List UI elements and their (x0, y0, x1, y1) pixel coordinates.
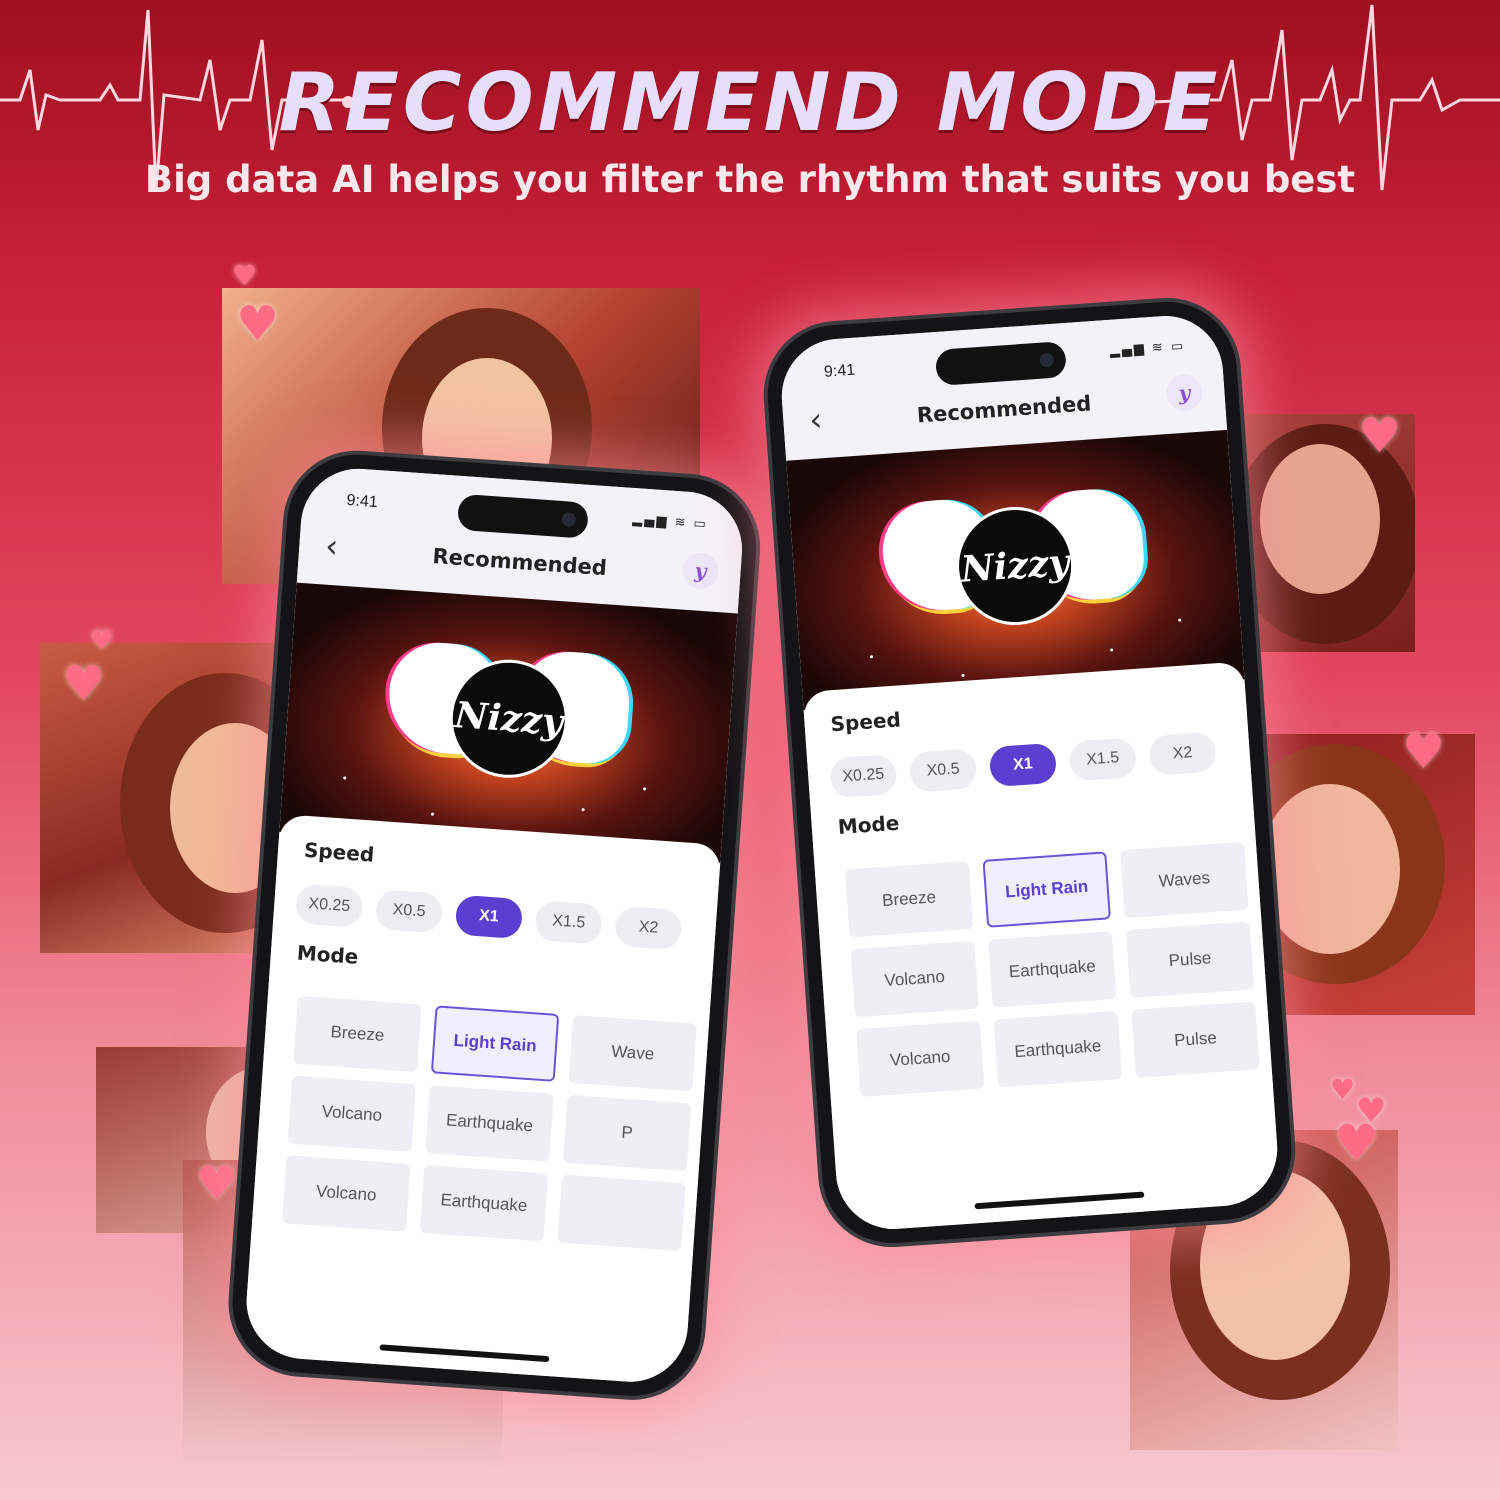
heart-icon: ♥ (1402, 724, 1446, 780)
mode-tile-light-rain[interactable]: Light Rain (430, 1005, 560, 1082)
speed-selector: X0.25 X0.5 X1 X1.5 X2 (829, 731, 1231, 799)
mode-tile-earthquake[interactable]: Earthquake (425, 1085, 554, 1162)
speed-option-x1[interactable]: X1 (988, 742, 1058, 788)
speed-option-x2[interactable]: X2 (1148, 731, 1217, 777)
controls-panel: Speed X0.25 X0.5 X1 X1.5 X2 Mode Breeze Ligh… (242, 814, 722, 1386)
speed-option-x025[interactable]: X0.25 (829, 753, 898, 799)
heart-icon: ♥ (1334, 1114, 1379, 1172)
phone-right-screen: 9:41 ▂▄▆ ≋ ▭ ‹ Recommended y Nizzy Speed… (777, 312, 1282, 1233)
mode-tile-pulse[interactable]: Pulse (1125, 921, 1255, 998)
mode-tile-volcano-2[interactable]: Volcano (282, 1155, 411, 1232)
mode-tile-waves[interactable]: Wave (568, 1014, 697, 1092)
mode-tile-pulse-2[interactable]: Pulse (1131, 1001, 1260, 1078)
heart-icon: ♥ (236, 296, 280, 352)
speed-selector: X0.25 X0.5 X1 X1.5 X2 (294, 883, 697, 951)
mode-tile-volcano-2[interactable]: Volcano (856, 1020, 985, 1098)
mode-tile-volcano[interactable]: Volcano (850, 940, 979, 1018)
speed-label: Speed (829, 707, 902, 737)
speed-option-x05[interactable]: X0.5 (374, 889, 444, 934)
mode-label: Mode (296, 940, 360, 969)
speed-option-x1[interactable]: X1 (454, 894, 524, 940)
speed-option-x15[interactable]: X1.5 (1068, 737, 1138, 782)
mode-tile-earthquake[interactable]: Earthquake (988, 931, 1117, 1008)
mode-grid: Breeze Light Rain Wave Volcano Earthquak… (282, 995, 737, 1252)
promo-canvas: RECOMMEND MODE Big data AI helps you fil… (0, 0, 1500, 1500)
phone-right: 9:41 ▂▄▆ ≋ ▭ ‹ Recommended y Nizzy Speed… (763, 297, 1297, 1248)
speed-label: Speed (303, 837, 375, 867)
status-time: 9:41 (346, 491, 379, 512)
mode-tile-volcano[interactable]: Volcano (287, 1075, 417, 1153)
heart-icon: ♥ (196, 1156, 238, 1210)
mode-tile-light-rain[interactable]: Light Rain (982, 851, 1111, 928)
speed-option-x05[interactable]: X0.5 (908, 748, 978, 793)
mode-tile-breeze[interactable]: Breeze (844, 860, 974, 938)
controls-panel: Speed X0.25 X0.5 X1 X1.5 X2 Mode Breeze Ligh… (802, 661, 1282, 1233)
subline: Big data AI helps you filter the rhythm … (144, 158, 1356, 201)
speed-option-x025[interactable]: X0.25 (294, 883, 364, 928)
mode-tile-waves[interactable]: Waves (1120, 841, 1249, 919)
mode-tile-breeze[interactable]: Breeze (293, 995, 422, 1073)
mode-label: Mode (837, 810, 901, 839)
phone-left-screen: 9:41 ▂▄▆ ≋ ▭ ‹ Recommended y Nizzy Speed… (242, 464, 746, 1386)
speed-option-x2[interactable]: X2 (614, 905, 683, 951)
headline: RECOMMEND MODE (278, 56, 1222, 149)
status-time: 9:41 (823, 361, 856, 381)
heart-icon: ♥ (62, 656, 106, 712)
speed-option-x15[interactable]: X1.5 (534, 900, 604, 945)
mode-grid: Breeze Light Rain Waves Volcano Earthqua… (844, 839, 1281, 1098)
mode-tile-earthquake-2[interactable]: Earthquake (419, 1164, 549, 1242)
mode-tile-earthquake-2[interactable]: Earthquake (993, 1010, 1123, 1088)
heart-icon: ♥ (1358, 408, 1402, 464)
heart-icon: ♥ (232, 259, 258, 292)
phone-left: 9:41 ▂▄▆ ≋ ▭ ‹ Recommended y Nizzy Speed… (227, 450, 761, 1401)
heart-icon: ♥ (1330, 1073, 1356, 1106)
mode-tile-pulse-2[interactable] (557, 1174, 686, 1252)
heart-icon: ♥ (90, 626, 114, 656)
mode-tile-pulse[interactable]: P (562, 1094, 692, 1172)
